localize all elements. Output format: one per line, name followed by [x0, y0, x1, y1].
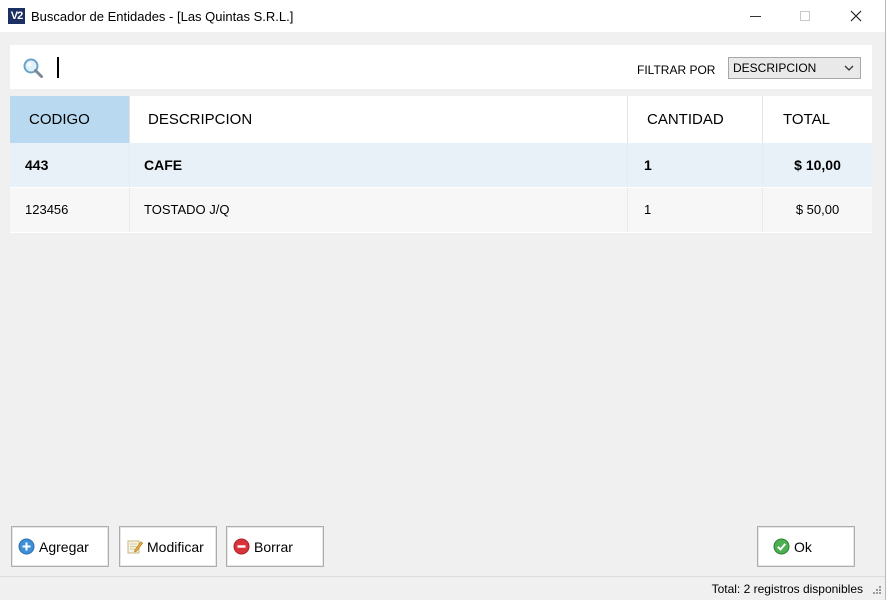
- minus-circle-icon: [233, 538, 250, 555]
- table-row[interactable]: 443 CAFE 1 $ 10,00: [10, 143, 872, 187]
- cell-descripcion: CAFE: [130, 143, 628, 187]
- ok-button-label: Ok: [794, 538, 812, 555]
- filter-select[interactable]: DESCRIPCION: [728, 57, 861, 79]
- search-panel: FILTRAR POR DESCRIPCION: [10, 45, 872, 89]
- minimize-button[interactable]: [732, 0, 778, 32]
- cell-codigo: 443: [10, 143, 130, 187]
- add-button[interactable]: Agregar: [11, 526, 109, 567]
- delete-button-label: Borrar: [254, 538, 293, 555]
- window-title: Buscador de Entidades - [Las Quintas S.R…: [31, 9, 294, 24]
- app-logo-icon: V2: [8, 8, 25, 24]
- filter-label: FILTRAR POR: [637, 63, 716, 77]
- plus-circle-icon: [18, 538, 35, 555]
- minimize-icon: [749, 15, 761, 17]
- cell-codigo: 123456: [10, 188, 130, 232]
- text-caret: [57, 57, 59, 78]
- column-header-descripcion[interactable]: DESCRIPCION: [130, 96, 628, 143]
- close-button[interactable]: [833, 0, 879, 32]
- column-header-codigo[interactable]: CODIGO: [10, 96, 130, 143]
- column-header-total[interactable]: TOTAL: [763, 96, 872, 143]
- modify-button[interactable]: Modificar: [119, 526, 217, 567]
- table-row[interactable]: 123456 TOSTADO J/Q 1 $ 50,00: [10, 188, 872, 232]
- filter-select-value: DESCRIPCION: [733, 61, 817, 75]
- title-bar: V2 Buscador de Entidades - [Las Quintas …: [0, 0, 885, 32]
- edit-note-icon: [127, 540, 143, 554]
- table-header: CODIGO DESCRIPCION CANTIDAD TOTAL: [10, 96, 872, 143]
- close-icon: [850, 10, 862, 22]
- cell-descripcion: TOSTADO J/Q: [130, 188, 628, 232]
- maximize-button[interactable]: [782, 0, 828, 32]
- chevron-down-icon: [844, 65, 854, 71]
- dialog-window: V2 Buscador de Entidades - [Las Quintas …: [0, 0, 886, 600]
- cell-total: $ 10,00: [794, 157, 841, 173]
- status-bar: Total: 2 registros disponibles: [0, 576, 885, 600]
- cell-total: $ 50,00: [795, 202, 840, 217]
- check-circle-icon: [773, 538, 790, 555]
- cell-cantidad: 1: [628, 188, 763, 232]
- ok-button[interactable]: Ok: [757, 526, 855, 567]
- resize-grip-icon[interactable]: [870, 585, 882, 597]
- delete-button[interactable]: Borrar: [226, 526, 324, 567]
- modify-button-label: Modificar: [147, 538, 204, 555]
- results-table: CODIGO DESCRIPCION CANTIDAD TOTAL 443 CA…: [10, 96, 872, 233]
- search-icon: [23, 58, 43, 78]
- add-button-label: Agregar: [39, 538, 89, 555]
- cell-cantidad: 1: [628, 143, 763, 187]
- search-input[interactable]: [54, 55, 554, 79]
- status-text: Total: 2 registros disponibles: [711, 582, 863, 596]
- maximize-icon: [800, 11, 810, 21]
- column-header-cantidad[interactable]: CANTIDAD: [628, 96, 763, 143]
